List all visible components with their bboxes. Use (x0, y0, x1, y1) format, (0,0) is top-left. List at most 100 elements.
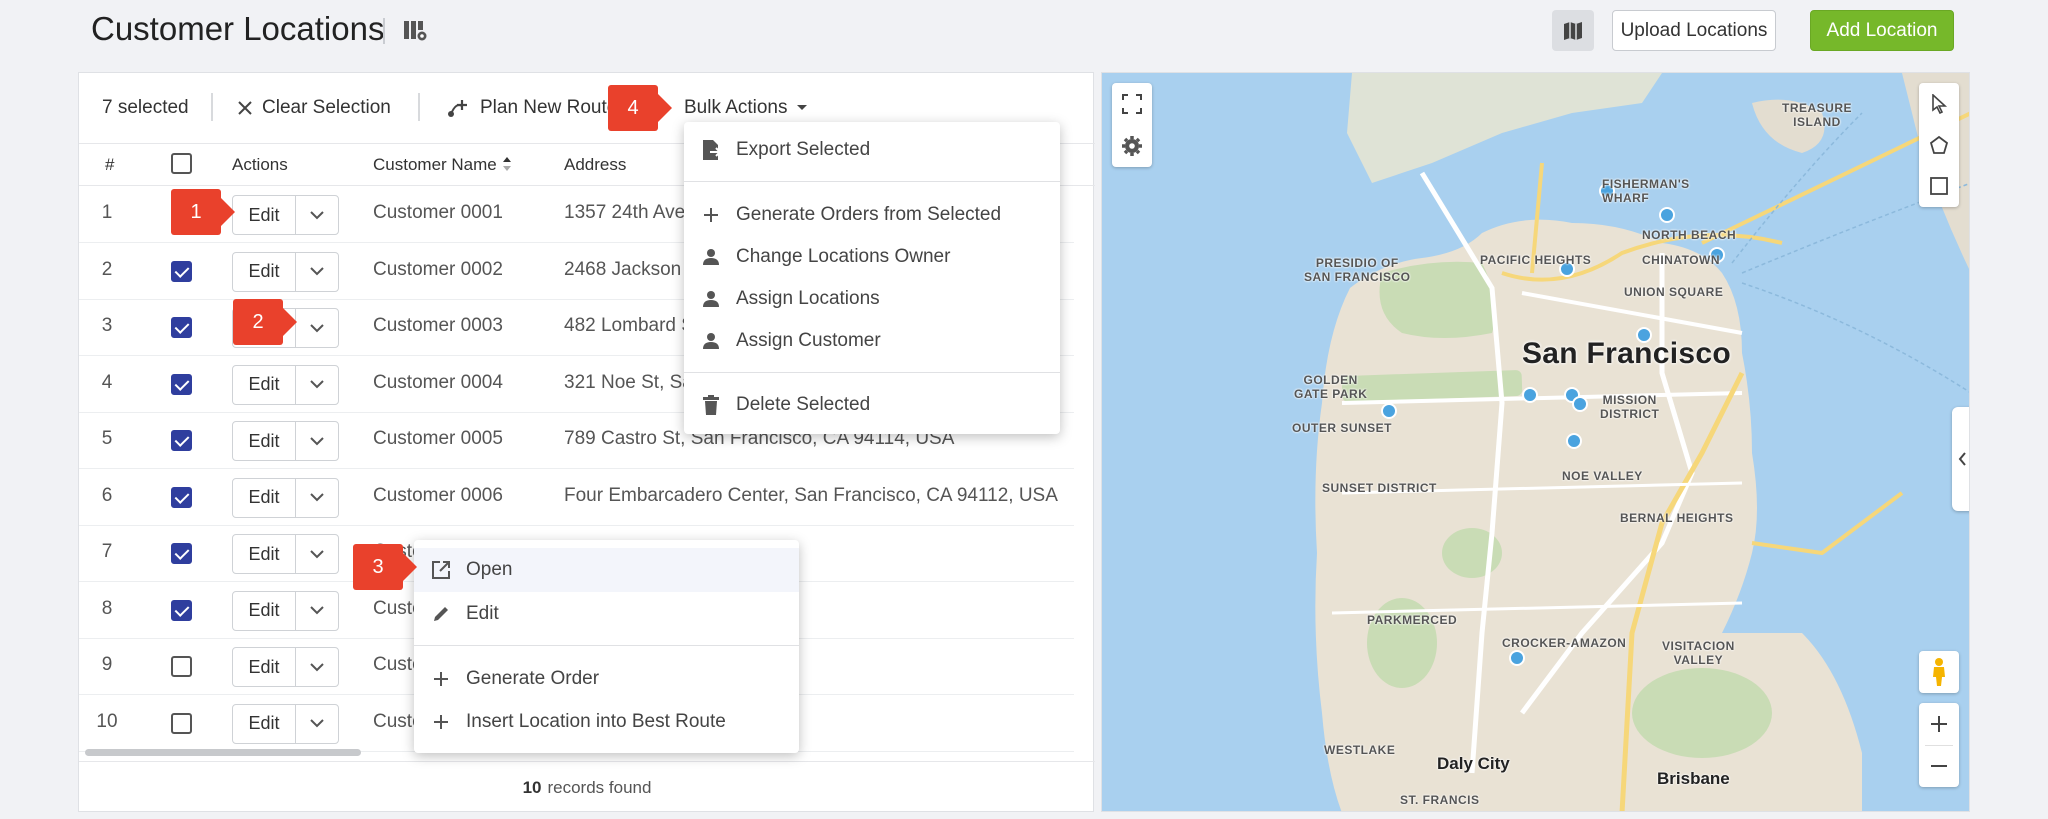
callout-marker: 3 (353, 544, 417, 590)
map-label-crocker-amazon: CROCKER-AMAZON (1502, 636, 1627, 650)
open-label: Open (466, 559, 513, 580)
bulk-actions-button[interactable]: Bulk Actions (684, 95, 808, 121)
row-customer-name: Customer 0005 (373, 428, 503, 449)
chevron-down-icon[interactable] (296, 196, 338, 234)
horizontal-scrollbar[interactable] (85, 749, 361, 756)
menu-change-owner[interactable]: Change Locations Owner (684, 237, 1060, 277)
generate-order-label: Generate Order (466, 668, 600, 689)
row-number: 5 (101, 428, 113, 449)
row-edit-button[interactable]: Edit (233, 704, 296, 743)
map-label-st-francis: ST. FRANCIS (1400, 793, 1480, 807)
menu-generate-order[interactable]: Generate Order (414, 659, 799, 699)
row-checkbox[interactable] (171, 373, 192, 395)
file-export-icon (700, 139, 722, 161)
row-edit-button[interactable]: Edit (233, 535, 296, 573)
map-label-pacific-heights: PACIFIC HEIGHTS (1480, 253, 1592, 267)
zoom-out-icon[interactable] (1919, 745, 1959, 787)
menu-open[interactable]: Open (414, 550, 799, 590)
row-action-split-button: Edit (232, 477, 339, 518)
select-all-checkbox[interactable] (171, 153, 192, 174)
row-customer-name: Customer 0006 (373, 484, 503, 506)
row-checkbox[interactable] (171, 260, 192, 282)
row-checkbox[interactable] (171, 486, 192, 508)
zoom-controls (1919, 703, 1959, 787)
customer-name-header-label: Customer Name (373, 155, 497, 174)
menu-divider (684, 181, 1060, 182)
pointer-icon[interactable] (1919, 83, 1959, 124)
chevron-down-icon[interactable] (296, 592, 338, 630)
fullscreen-icon[interactable] (1112, 83, 1152, 125)
plus-icon (430, 711, 452, 733)
menu-insert-best-route[interactable]: Insert Location into Best Route (414, 702, 799, 742)
open-external-icon (430, 559, 452, 581)
row-checkbox[interactable] (171, 656, 192, 677)
chevron-down-icon[interactable] (296, 648, 338, 686)
collapse-panel-handle[interactable] (1952, 407, 1969, 511)
chevron-down-icon[interactable] (296, 253, 338, 291)
row-customer-name: Customer 0003 (373, 315, 503, 336)
chevron-down-icon[interactable] (296, 535, 338, 573)
row-edit-button[interactable]: Edit (233, 648, 296, 686)
row-action-split-button: Edit (232, 703, 339, 744)
chevron-down-icon[interactable] (296, 705, 338, 743)
column-number: # (105, 155, 115, 174)
row-checkbox[interactable] (171, 317, 192, 338)
page-title: Customer Locations (91, 10, 385, 47)
map-label-north-beach: NORTH BEACH (1642, 228, 1737, 242)
row-actions-menu: Open Edit Generate Order Insert Location… (414, 540, 799, 753)
column-actions: Actions (232, 155, 288, 174)
plan-new-route-button[interactable]: Plan New Route (446, 95, 617, 121)
menu-assign-customer[interactable]: Assign Customer (684, 321, 1060, 361)
map-label-golden-gate-park: GOLDEN GATE PARK (1294, 373, 1368, 401)
row-checkbox[interactable] (171, 599, 192, 621)
row-edit-button[interactable]: Edit (233, 365, 296, 404)
map-label-daly-city: Daly City (1437, 754, 1510, 773)
street-view-icon[interactable] (1919, 651, 1959, 693)
column-customer-name[interactable]: Customer Name (373, 155, 512, 175)
rectangle-icon[interactable] (1919, 165, 1959, 206)
generate-orders-label: Generate Orders from Selected (736, 204, 1002, 225)
row-edit-button[interactable]: Edit (233, 252, 296, 291)
columns-settings-icon[interactable] (402, 18, 428, 44)
menu-assign-locations[interactable]: Assign Locations (684, 279, 1060, 319)
assign-customer-label: Assign Customer (736, 330, 881, 351)
chevron-down-icon[interactable] (296, 366, 338, 404)
chevron-down-icon[interactable] (296, 422, 338, 460)
upload-locations-button[interactable]: Upload Locations (1612, 10, 1776, 51)
chevron-down-icon[interactable] (296, 309, 338, 347)
pencil-icon (430, 603, 452, 625)
row-number: 3 (101, 315, 113, 336)
city-label: San Francisco (1522, 337, 1731, 370)
polygon-icon[interactable] (1919, 124, 1959, 165)
chevron-down-icon[interactable] (296, 479, 338, 517)
menu-export-selected[interactable]: Export Selected (684, 130, 1060, 170)
table-row[interactable]: 6 Edit Customer 0006 Four Embarcadero Cente… (79, 470, 1074, 526)
row-checkbox[interactable] (171, 543, 192, 564)
menu-generate-orders[interactable]: Generate Orders from Selected (684, 195, 1060, 235)
gear-icon[interactable] (1112, 125, 1152, 167)
clear-selection-button[interactable]: Clear Selection (236, 95, 391, 121)
row-edit-button[interactable]: Edit (233, 422, 296, 460)
map-toggle-button[interactable] (1552, 10, 1594, 51)
row-edit-button[interactable]: Edit (233, 478, 296, 517)
row-number: 4 (101, 371, 113, 393)
change-owner-label: Change Locations Owner (736, 246, 951, 267)
callout-marker: 1 (171, 189, 235, 235)
row-edit-button[interactable]: Edit (233, 591, 296, 630)
map-label-union-square: UNION SQUARE (1624, 285, 1724, 299)
row-number: 7 (101, 541, 113, 562)
row-checkbox[interactable] (171, 430, 192, 451)
zoom-in-icon[interactable] (1919, 703, 1959, 745)
toolbar-divider (418, 93, 420, 121)
assign-locations-label: Assign Locations (736, 288, 880, 309)
delete-selected-label: Delete Selected (736, 394, 871, 415)
map-view[interactable]: San Francisco TREASURE ISLAND FISHERMAN'… (1101, 72, 1970, 812)
row-customer-name: Customer 0002 (373, 258, 503, 280)
menu-edit[interactable]: Edit (414, 594, 799, 634)
row-edit-button[interactable]: Edit (233, 196, 296, 234)
row-checkbox[interactable] (171, 712, 192, 734)
menu-delete-selected[interactable]: Delete Selected (684, 385, 1060, 425)
add-location-button[interactable]: Add Location (1810, 10, 1954, 51)
row-customer-name: Customer 0001 (373, 202, 503, 223)
callout-marker: 4 (608, 85, 672, 131)
